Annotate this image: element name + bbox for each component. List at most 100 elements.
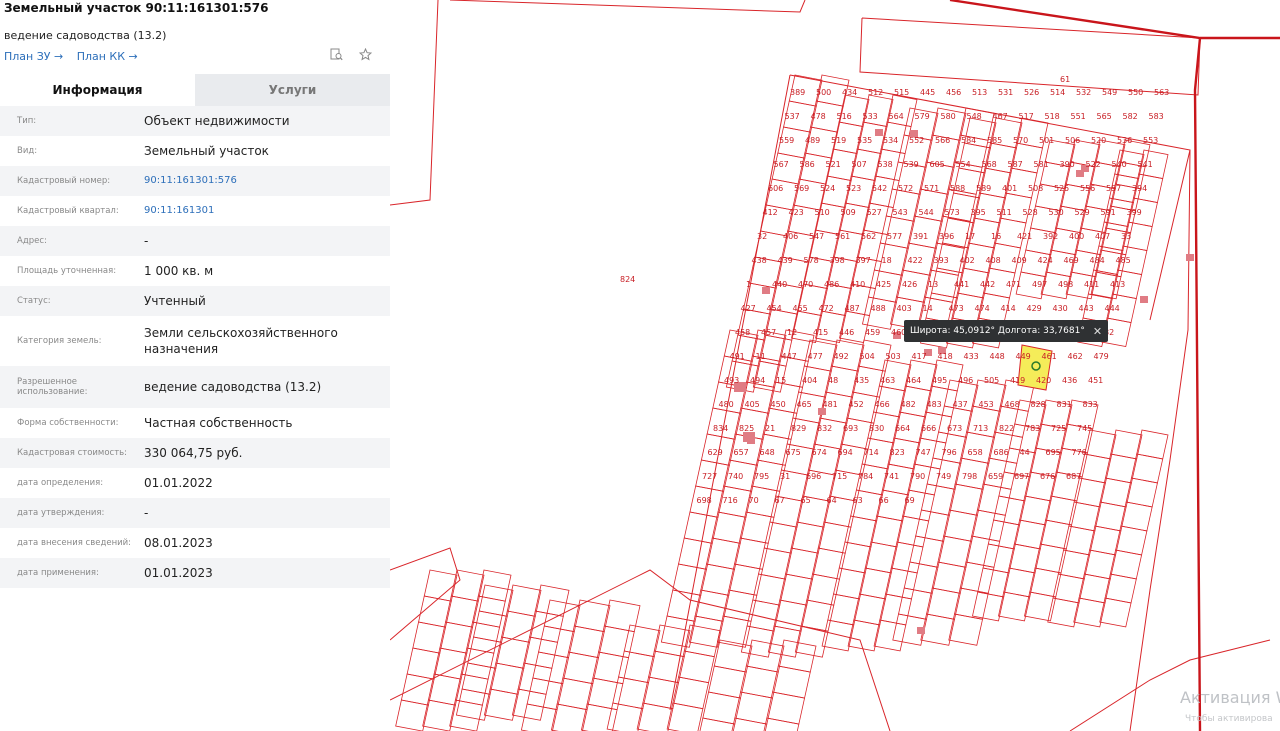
parcel-number-label: 410 bbox=[850, 280, 865, 289]
parcel-number-label: 562 bbox=[861, 232, 876, 241]
parcel-boundary[interactable] bbox=[972, 591, 1005, 622]
parcel-number-label: 422 bbox=[908, 256, 923, 265]
parcel-number-label: 534 bbox=[883, 136, 898, 145]
parcel-boundary[interactable] bbox=[791, 310, 822, 344]
parcel-boundary[interactable] bbox=[472, 595, 506, 628]
parcel-number-label: 822 bbox=[999, 424, 1014, 433]
coordinates-text: Широта: 45,0912° Долгота: 33,7681° bbox=[910, 326, 1085, 336]
parcel-number-label: 450 bbox=[771, 400, 786, 409]
parcel-number-label: 543 bbox=[893, 208, 908, 217]
parcel-boundary[interactable] bbox=[920, 613, 955, 646]
parcel-boundary[interactable] bbox=[890, 541, 924, 574]
row-label: Статус: bbox=[17, 296, 51, 306]
close-icon[interactable]: ✕ bbox=[1093, 325, 1102, 338]
parcel-boundary[interactable] bbox=[886, 94, 918, 128]
tab-services[interactable]: Услуги bbox=[195, 74, 390, 106]
coordinates-tooltip: Широта: 45,0912° Долгота: 33,7681° ✕ bbox=[904, 320, 1109, 342]
parcel-number-label: 517 bbox=[1019, 112, 1034, 121]
parcel-number-label: 452 bbox=[849, 400, 864, 409]
parcel-boundary[interactable] bbox=[998, 591, 1031, 622]
parcel-number-label: 449 bbox=[1016, 352, 1031, 361]
parcel-boundary[interactable] bbox=[896, 515, 930, 548]
parcel-number-label: 747 bbox=[916, 448, 931, 457]
parcel-boundary[interactable] bbox=[1099, 597, 1132, 628]
parcel-number-label: 439 bbox=[778, 256, 793, 265]
parcel-boundary[interactable] bbox=[688, 615, 724, 648]
parcel-number-label: 448 bbox=[990, 352, 1005, 361]
parcel-boundary[interactable] bbox=[862, 94, 894, 128]
parcel-number-label: 433 bbox=[964, 352, 979, 361]
parcel-number-label: 31 bbox=[780, 472, 790, 481]
building-footprint bbox=[762, 287, 770, 294]
parcel-boundary[interactable] bbox=[460, 647, 495, 680]
parcel-boundary[interactable] bbox=[885, 567, 918, 600]
parcel-number-label: 606 bbox=[768, 184, 783, 193]
row-value: - bbox=[144, 506, 149, 520]
cadastral-number-link[interactable]: 90:11:161301:576 bbox=[140, 173, 390, 189]
parcel-number-label: 535 bbox=[857, 136, 872, 145]
parcel-boundary[interactable] bbox=[455, 688, 491, 721]
parcel-number-label: 540 bbox=[1112, 160, 1127, 169]
parcel-number-label: 419 bbox=[1010, 376, 1025, 385]
parcel-number-label: 687 bbox=[1066, 472, 1081, 481]
parcel-boundary[interactable] bbox=[948, 613, 983, 646]
parcel-number-label: 485 bbox=[1116, 256, 1131, 265]
parcel-boundary[interactable] bbox=[1073, 597, 1106, 628]
row-value: 1 000 кв. м bbox=[144, 264, 214, 278]
parcel-number-label: 447 bbox=[782, 352, 797, 361]
row-label: Разрешенное использование: bbox=[17, 377, 88, 397]
info-row-application-date: дата применения: 01.01.2023 bbox=[0, 558, 390, 588]
parcel-number-label: 825 bbox=[739, 424, 754, 433]
parcel-number-label: 727 bbox=[702, 472, 717, 481]
parcel-boundary[interactable] bbox=[758, 334, 793, 367]
parcel-number-label: 532 bbox=[1076, 88, 1091, 97]
parcel-number-label: 523 bbox=[846, 184, 861, 193]
parcel-boundary[interactable] bbox=[815, 310, 846, 344]
parcel-boundary[interactable] bbox=[483, 688, 519, 721]
parcel-boundary[interactable] bbox=[838, 94, 870, 128]
parcel-boundary[interactable] bbox=[449, 699, 483, 731]
parcel-number-label: 521 bbox=[826, 160, 841, 169]
parcel-boundary[interactable] bbox=[1005, 167, 1038, 199]
parcel-number-label: 498 bbox=[1058, 280, 1073, 289]
row-value: ведение садоводства (13.2) bbox=[144, 380, 322, 394]
parcel-number-label: 551 bbox=[1071, 112, 1086, 121]
district-boundary bbox=[949, 0, 1280, 40]
parcel-boundary[interactable] bbox=[454, 673, 489, 706]
parcel-number-label: 405 bbox=[745, 400, 760, 409]
parcel-number-label: 426 bbox=[902, 280, 917, 289]
parcel-number-label: 563 bbox=[1154, 88, 1169, 97]
map-canvas[interactable]: 61 824 389 500 434 512 515 445 456 513 531 526 514 53… bbox=[390, 0, 1280, 731]
plan-zu-link[interactable]: План ЗУ → bbox=[4, 50, 63, 63]
parcel-boundary[interactable] bbox=[839, 310, 870, 344]
info-row-cadastral-value: Кадастровая стоимость: 330 064,75 руб. bbox=[0, 438, 390, 468]
parcel-boundary[interactable] bbox=[477, 569, 512, 602]
row-value: 01.01.2023 bbox=[144, 566, 213, 580]
info-row-cadastral-number: Кадастровый номер: 90:11:161301:576 bbox=[0, 166, 390, 196]
star-icon[interactable] bbox=[358, 47, 373, 65]
parcel-boundary[interactable] bbox=[466, 621, 501, 654]
parcel-boundary[interactable] bbox=[697, 717, 736, 731]
parcel-number-label: 427 bbox=[741, 304, 756, 313]
parcel-boundary[interactable] bbox=[902, 489, 935, 522]
parcel-number-label: 569 bbox=[794, 184, 809, 193]
parcel-number-label: 566 bbox=[935, 136, 950, 145]
parcel-boundary[interactable] bbox=[879, 593, 912, 626]
parcel-number-label: 725 bbox=[1051, 424, 1066, 433]
parcel-boundary[interactable] bbox=[873, 619, 907, 652]
search-doc-icon[interactable] bbox=[330, 48, 347, 65]
parcel-number-label: 424 bbox=[1038, 256, 1053, 265]
plan-kk-link[interactable]: План КК → bbox=[77, 50, 138, 63]
cadastral-quarter-link[interactable]: 90:11:161301 bbox=[140, 203, 390, 219]
cadastral-map[interactable]: 61 824 389 500 434 512 515 445 456 513 531 526 514 53… bbox=[390, 0, 1280, 731]
object-info-panel: Земельный участок 90:11:161301:576 веден… bbox=[0, 0, 390, 731]
parcel-number-label: 531 bbox=[998, 88, 1013, 97]
parcel-boundary[interactable] bbox=[666, 702, 704, 731]
parcel-number-label: 436 bbox=[1062, 376, 1077, 385]
tab-information[interactable]: Информация bbox=[0, 74, 195, 106]
parcel-number-label: 453 bbox=[979, 400, 994, 409]
parcel-number-label: 44 bbox=[1020, 448, 1030, 457]
info-row-entry-date: дата внесения сведений: 08.01.2023 bbox=[0, 528, 390, 558]
parcel-number-label: 694 bbox=[838, 448, 853, 457]
info-row-status: Статус: Учтенный bbox=[0, 286, 390, 316]
